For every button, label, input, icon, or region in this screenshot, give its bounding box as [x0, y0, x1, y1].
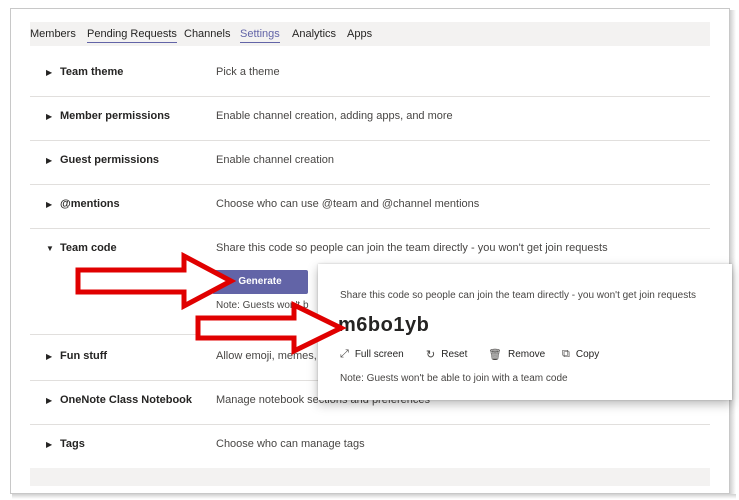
- annotation-arrow-code: [195, 300, 347, 356]
- setting-title: Tags: [60, 438, 85, 450]
- setting-description: Choose who can use @team and @channel me…: [216, 198, 480, 210]
- tab-analytics[interactable]: Analytics: [292, 28, 336, 40]
- remove-button[interactable]: 🗑 Remove: [488, 348, 545, 361]
- trash-icon: 🗑: [488, 349, 502, 361]
- chevron-right-icon[interactable]: ▶: [46, 200, 52, 209]
- reset-button[interactable]: ↻ Reset: [426, 348, 467, 361]
- chevron-right-icon[interactable]: ▶: [46, 352, 52, 361]
- setting-row-team-theme[interactable]: ▶ Team theme Pick a theme: [30, 54, 710, 94]
- setting-title: Team theme: [60, 66, 124, 78]
- setting-title: Fun stuff: [60, 350, 108, 362]
- action-label: Copy: [575, 349, 600, 360]
- tab-pending-requests[interactable]: Pending Requests: [87, 28, 177, 43]
- tab-bar: Members Pending Requests Channels Settin…: [30, 22, 710, 46]
- setting-description: Share this code so people can join the t…: [216, 242, 608, 254]
- copy-button[interactable]: ⧉ Copy: [562, 348, 599, 361]
- window-shadow: [12, 494, 736, 499]
- setting-description: Pick a theme: [216, 66, 280, 78]
- tab-apps[interactable]: Apps: [347, 28, 372, 40]
- setting-title: Guest permissions: [60, 154, 160, 166]
- chevron-right-icon[interactable]: ▶: [46, 68, 52, 77]
- chevron-right-icon[interactable]: ▶: [46, 396, 52, 405]
- chevron-right-icon[interactable]: ▶: [46, 156, 52, 165]
- tab-members[interactable]: Members: [30, 28, 76, 40]
- setting-description: Choose who can manage tags: [216, 438, 365, 450]
- popup-description: Share this code so people can join the t…: [340, 290, 697, 301]
- setting-row-member-permissions[interactable]: ▶ Member permissions Enable channel crea…: [30, 98, 710, 138]
- setting-row-mentions[interactable]: ▶ @mentions Choose who can use @team and…: [30, 186, 710, 226]
- setting-description: Enable channel creation: [216, 154, 335, 166]
- setting-title: OneNote Class Notebook: [60, 394, 193, 406]
- window-shadow: [730, 10, 736, 494]
- divider: [30, 424, 710, 425]
- footer-bar: [30, 468, 710, 486]
- action-label: Remove: [507, 349, 546, 360]
- setting-description: Enable channel creation, adding apps, an…: [216, 110, 453, 122]
- setting-title: Member permissions: [60, 110, 171, 122]
- setting-row-tags[interactable]: ▶ Tags Choose who can manage tags: [30, 426, 710, 466]
- divider: [30, 228, 710, 229]
- tab-channels[interactable]: Channels: [184, 28, 230, 40]
- reset-icon: ↻: [426, 349, 436, 361]
- copy-icon: ⧉: [562, 348, 570, 360]
- divider: [30, 96, 710, 97]
- divider: [30, 184, 710, 185]
- chevron-right-icon[interactable]: ▶: [46, 440, 52, 449]
- tab-settings[interactable]: Settings: [240, 28, 280, 43]
- action-label: Reset: [441, 349, 468, 360]
- team-code-value: m6bo1yb: [338, 314, 430, 336]
- setting-title: @mentions: [60, 198, 120, 210]
- chevron-right-icon[interactable]: ▶: [46, 112, 52, 121]
- popup-note: Note: Guests won't be able to join with …: [340, 373, 568, 384]
- setting-row-guest-permissions[interactable]: ▶ Guest permissions Enable channel creat…: [30, 142, 710, 182]
- team-code-popup: Share this code so people can join the t…: [318, 264, 732, 400]
- divider: [30, 140, 710, 141]
- action-label: Full screen: [354, 349, 404, 360]
- full-screen-button[interactable]: ⤢ Full screen: [340, 348, 404, 361]
- chevron-down-icon[interactable]: ▼: [46, 244, 54, 253]
